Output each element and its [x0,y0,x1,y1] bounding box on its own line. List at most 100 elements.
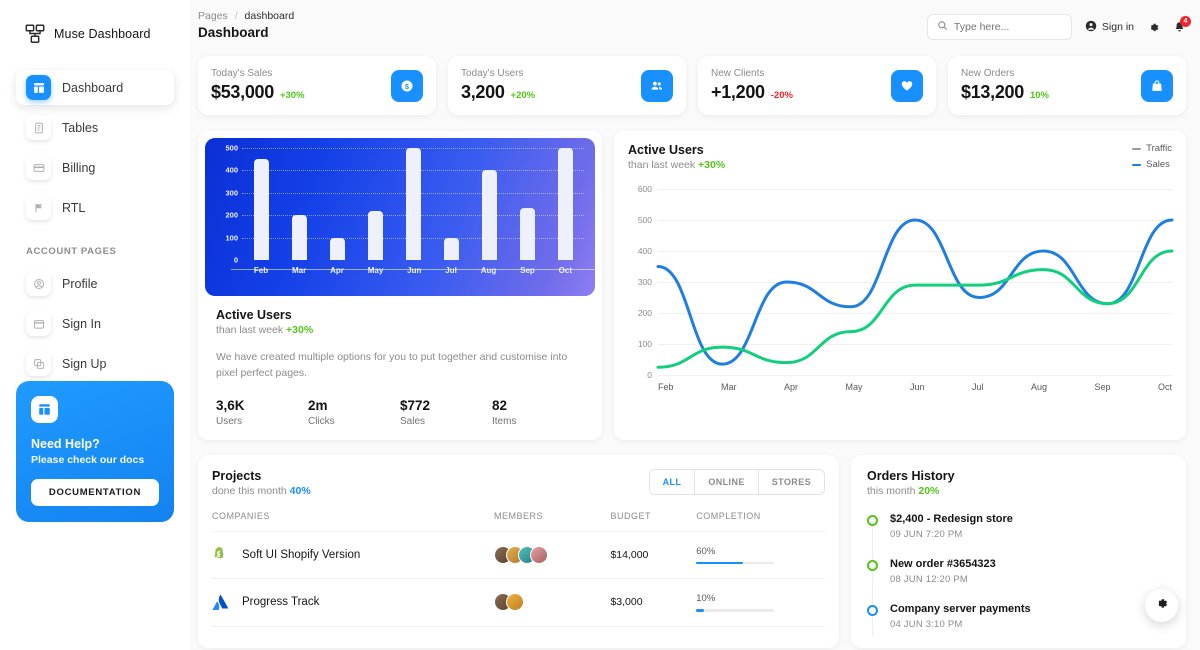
y-tick-label: 200 [637,308,652,318]
cell-budget: $14,000 [610,531,697,580]
y-tick-label: 0 [647,370,652,380]
y-tick-label: 200 [225,210,238,220]
bar-sep [519,208,535,260]
list-item[interactable]: New order #3654323 08 JUN 12:20 PM [867,558,1170,585]
notification-badge: 4 [1180,15,1191,27]
muse-logo-icon [24,23,46,45]
sidebar-item-profile[interactable]: Profile [16,266,174,301]
x-tick-label: Feb [658,382,674,392]
page-title: Dashboard [198,25,269,40]
order-time: 08 JUN 12:20 PM [890,573,968,585]
cell-company: Soft UI Shopify Version [212,531,494,580]
tab-all[interactable]: ALL [649,469,696,494]
sidebar-item-dashboard[interactable]: Dashboard [16,70,174,105]
column-budget: BUDGET [610,510,697,532]
orders-subtitle-text: this month [867,484,916,497]
legend-label: Sales [1146,159,1170,170]
x-tick-label: Jun [909,382,925,392]
y-tick-label: 500 [225,143,238,153]
active-users-title: Active Users [216,308,292,322]
search-box[interactable] [926,14,1072,40]
sidebar-item-sign-up[interactable]: Sign Up [16,346,174,381]
projects-subtitle-accent: 40% [289,484,311,497]
line-card-title: Active Users [628,143,704,157]
y-tick-label: 400 [637,246,652,256]
column-completion: COMPLETION [696,510,825,532]
profile-icon [26,271,51,296]
line-card-header: Active Users than last week +30% Traffic [628,143,1172,171]
documentation-button[interactable]: DOCUMENTATION [31,479,159,506]
tab-stores[interactable]: STORES [758,469,824,494]
list-item[interactable]: $2,400 - Redesign store 09 JUN 7:20 PM [867,513,1170,540]
order-title: Company server payments [890,602,1031,615]
x-tick-label: Oct [558,266,572,275]
timeline-dot-icon [867,559,878,571]
settings-button[interactable] [1147,21,1160,34]
stat-label: Today's Sales [211,68,273,79]
stat-label: Today's Users [461,68,524,79]
sidebar-item-label: Billing [62,160,96,175]
bar-aug [481,170,497,260]
line-card-subtitle: than last week +30% [628,159,725,171]
tables-icon [26,115,51,140]
sign-in-icon [26,311,51,336]
dollar-icon: $ [391,69,423,102]
settings-fab-button[interactable] [1145,589,1178,622]
bar-chart-axis-line [231,269,595,270]
dashboard-app: Muse Dashboard Dashboard Tables Billing … [0,0,1200,650]
active-users-description: We have created multiple options for you… [216,351,568,380]
projects-card: Projects done this month 40% ALL ONLINE … [198,454,839,648]
sidebar-item-label: RTL [62,200,86,215]
x-tick-label: Feb [253,266,269,275]
projects-subtitle-text: done this month [212,484,287,497]
avatar[interactable] [529,545,548,564]
table-row[interactable]: Progress Track $3,000 10% [212,578,825,627]
brand[interactable]: Muse Dashboard [16,14,174,50]
breadcrumb-current[interactable]: dashboard [245,10,295,22]
search-icon [937,18,948,36]
line-chart-series [658,189,1172,375]
bar-chart: 0 100 200 300 400 500 Feb Mar Apr May Jun Jul Aug Se… [205,138,595,296]
billing-icon [26,155,51,180]
notifications-button[interactable]: 4 [1173,15,1191,34]
y-tick-label: 0 [233,255,238,265]
orders-title: Orders History [867,468,955,483]
member-avatars [493,593,610,612]
table-row[interactable]: Soft UI Shopify Version $14,000 60% [212,531,825,580]
legend-item-sales: Sales [1132,159,1170,170]
completion-bar [696,561,775,565]
brand-label: Muse Dashboard [54,27,151,41]
table-header-row: COMPANIES MEMBERS BUDGET COMPLETION [212,510,825,532]
sidebar-item-tables[interactable]: Tables [16,110,174,145]
completion-bar-fill [696,561,744,565]
stat-value: +1,200 [711,82,765,102]
completion-label: 10% [696,593,716,605]
help-logo-icon [31,396,58,423]
sidebar: Muse Dashboard Dashboard Tables Billing … [0,0,190,650]
order-title: New order #3654323 [890,557,996,570]
column-companies: COMPANIES [212,510,494,532]
orders-timeline: $2,400 - Redesign store 09 JUN 7:20 PM N… [867,513,1170,636]
sidebar-item-billing[interactable]: Billing [16,150,174,185]
timeline-dot-icon [867,604,878,616]
order-title: $2,400 - Redesign store [890,512,1013,525]
line-series-sales [658,251,1172,367]
x-tick-label: Mar [721,382,737,392]
stat-value: $13,200 [961,82,1024,102]
stat-delta: 10% [1029,90,1049,101]
sidebar-item-sign-in[interactable]: Sign In [16,306,174,341]
mini-stat-value: 2m [308,397,328,413]
list-item[interactable]: Company server payments 04 JUN 3:10 PM [867,603,1170,630]
breadcrumb-root[interactable]: Pages [198,10,228,22]
legend-swatch [1132,147,1142,150]
gear-icon [1154,596,1169,616]
sign-in-button[interactable]: Sign in [1085,20,1134,35]
sidebar-item-label: Tables [62,120,99,135]
search-input[interactable] [953,21,1062,33]
projects-table-head: COMPANIES MEMBERS BUDGET COMPLETION [212,510,825,532]
line-chart-legend: Traffic Sales [1132,143,1172,170]
x-tick-label: Mar [292,266,307,275]
tab-online[interactable]: ONLINE [695,469,759,494]
avatar[interactable] [505,593,524,612]
sidebar-item-rtl[interactable]: RTL [16,190,174,225]
